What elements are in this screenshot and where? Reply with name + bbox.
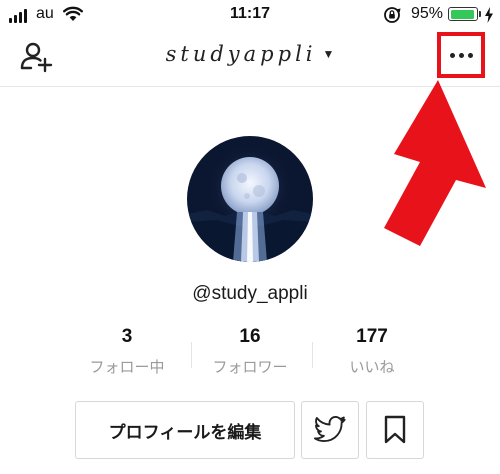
- more-icon-dot: [458, 52, 464, 58]
- battery-icon: [448, 7, 478, 21]
- following-label: フォロー中: [89, 359, 165, 376]
- more-icon-dot: [467, 52, 473, 58]
- battery-cap: [479, 11, 481, 17]
- moon-waterfall-image: [187, 136, 313, 262]
- followers-label: フォロワー: [212, 359, 288, 376]
- stat-followers[interactable]: 16 フォロワー: [195, 326, 305, 377]
- likes-label: いいね: [349, 359, 395, 376]
- rotation-lock-icon: [384, 7, 401, 23]
- following-count: 3: [121, 326, 133, 347]
- stat-divider: [191, 342, 192, 368]
- bookmark-button[interactable]: [366, 401, 424, 459]
- status-bar: au 11:17 95%: [0, 0, 500, 30]
- profile-handle: @study_appli: [192, 283, 308, 304]
- annotation-arrow: [384, 80, 486, 246]
- stat-following[interactable]: 3 フォロー中: [72, 326, 182, 377]
- account-switcher[interactable]: studyappli ▼: [0, 42, 500, 66]
- twitter-icon: [314, 416, 346, 442]
- twitter-button[interactable]: [301, 401, 359, 459]
- stat-likes[interactable]: 177 いいね: [317, 326, 427, 377]
- edit-profile-button[interactable]: プロフィールを編集: [75, 401, 295, 459]
- battery-fill: [450, 9, 475, 19]
- more-icon: [449, 52, 455, 58]
- bookmark-icon: [384, 415, 406, 444]
- chevron-down-icon: ▼: [322, 47, 335, 61]
- battery-percent: 95%: [411, 5, 444, 22]
- avatar[interactable]: [187, 136, 313, 262]
- stat-divider: [312, 342, 313, 368]
- more-options-button[interactable]: [437, 32, 485, 78]
- edit-profile-label: プロフィールを編集: [108, 422, 262, 442]
- account-title: studyappli: [165, 42, 317, 66]
- likes-count: 177: [356, 326, 388, 347]
- charging-bolt-icon: [485, 7, 493, 23]
- followers-count: 16: [239, 326, 261, 347]
